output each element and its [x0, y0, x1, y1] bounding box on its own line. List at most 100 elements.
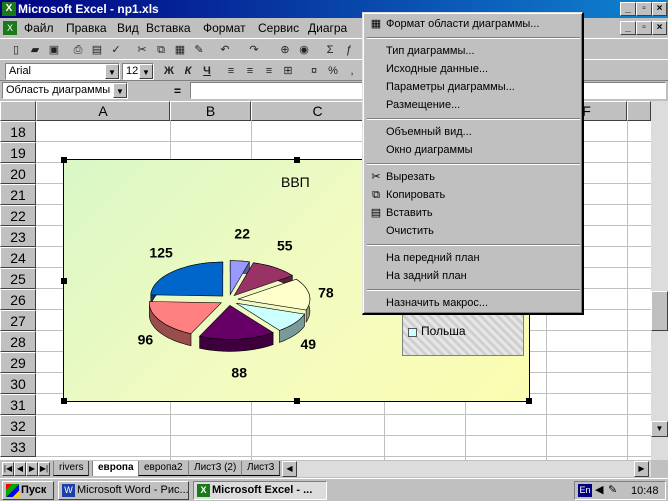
menu-tools[interactable]: Сервис [258, 21, 299, 35]
resize-handle-sw[interactable] [61, 398, 67, 404]
menu-view[interactable]: Вид [117, 21, 139, 35]
hyperlink-icon[interactable]: ⊕ [277, 42, 293, 58]
context-menu-item[interactable]: Очистить [366, 222, 580, 240]
doc-close-button[interactable]: × [652, 21, 667, 35]
cut-icon[interactable]: ✂ [134, 42, 150, 58]
clock[interactable]: 10:48 [631, 485, 659, 497]
row-header[interactable]: 27 [0, 310, 36, 331]
resize-handle-n[interactable] [294, 157, 300, 163]
context-menu-item[interactable]: ✂ Вырезать [366, 168, 580, 186]
currency-icon[interactable]: ¤ [306, 63, 322, 79]
context-menu-item[interactable]: Окно диаграммы [366, 141, 580, 159]
row-header[interactable]: 19 [0, 142, 36, 163]
underline-button[interactable]: Ч [199, 63, 215, 79]
row-header[interactable]: 22 [0, 205, 36, 226]
align-center-icon[interactable]: ≡ [242, 63, 258, 79]
chevron-down-icon[interactable]: ▼ [113, 83, 127, 98]
menu-insert[interactable]: Вставка [146, 21, 191, 35]
context-menu-item[interactable]: ⧉ Копировать [366, 186, 580, 204]
web-toolbar-icon[interactable]: ◉ [296, 42, 312, 58]
sheet-tab-list3-2[interactable]: Лист3 (2) [188, 461, 243, 476]
chevron-down-icon[interactable]: ▼ [105, 64, 119, 79]
pie-slice[interactable] [150, 261, 224, 297]
resize-handle-nw[interactable] [61, 157, 67, 163]
vertical-scroll-thumb[interactable] [651, 291, 668, 331]
pie-data-label[interactable]: 49 [301, 336, 317, 352]
menu-format[interactable]: Формат [203, 21, 246, 35]
pie-data-label[interactable]: 78 [318, 285, 334, 301]
print-icon[interactable]: ⎙ [70, 42, 86, 58]
row-header[interactable]: 18 [0, 121, 36, 142]
next-sheet-icon[interactable]: ▶ [26, 462, 38, 476]
select-all-corner[interactable] [0, 101, 36, 121]
row-header[interactable]: 33 [0, 436, 36, 457]
row-header[interactable]: 30 [0, 373, 36, 394]
row-header[interactable]: 24 [0, 247, 36, 268]
spelling-icon[interactable]: ✓ [108, 42, 124, 58]
copy-icon[interactable]: ⧉ [153, 42, 169, 58]
language-indicator[interactable]: En [578, 484, 592, 497]
row-header[interactable]: 21 [0, 184, 36, 205]
minimize-button[interactable]: _ [620, 2, 636, 16]
pie-data-label[interactable]: 22 [234, 226, 250, 242]
comma-style-icon[interactable]: , [344, 63, 360, 79]
undo-icon[interactable]: ↶ [217, 42, 233, 58]
start-button[interactable]: Пуск [2, 481, 54, 500]
align-right-icon[interactable]: ≡ [261, 63, 277, 79]
context-menu-item[interactable]: Назначить макрос... [366, 294, 580, 312]
row-header[interactable]: 32 [0, 415, 36, 436]
doc-restore-button[interactable]: ▫ [636, 21, 652, 35]
excel-app-icon[interactable]: X [2, 2, 16, 16]
resize-handle-s[interactable] [294, 398, 300, 404]
align-left-icon[interactable]: ≡ [223, 63, 239, 79]
menu-file[interactable]: Файл [24, 21, 54, 35]
menu-chart[interactable]: Диагра [308, 21, 347, 35]
volume-icon[interactable]: ◀ [595, 483, 603, 496]
taskbar-word-button[interactable]: W Microsoft Word - Рис... [58, 481, 189, 500]
percent-icon[interactable]: % [325, 63, 341, 79]
context-menu-item[interactable]: Исходные данные... [366, 60, 580, 78]
taskbar-excel-button[interactable]: X Microsoft Excel - ... [193, 481, 327, 500]
row-header[interactable]: 23 [0, 226, 36, 247]
redo-icon[interactable]: ↷ [246, 42, 262, 58]
chevron-down-icon[interactable]: ▼ [139, 64, 153, 79]
vertical-scrollbar[interactable]: ▼ [651, 101, 668, 460]
context-menu-item[interactable]: Объемный вид... [366, 123, 580, 141]
font-name-combo[interactable]: Arial ▼ [5, 63, 120, 80]
sheet-tab-europe[interactable]: европа [92, 461, 140, 476]
tray-app-icon[interactable]: ✎ [608, 483, 617, 496]
autosum-icon[interactable]: Σ [322, 42, 338, 58]
pie-data-label[interactable]: 88 [231, 365, 247, 381]
context-menu-item[interactable]: Тип диаграммы... [366, 42, 580, 60]
row-header[interactable]: 25 [0, 268, 36, 289]
horizontal-scrollbar[interactable]: ◀ ▶ [282, 461, 651, 477]
merge-center-icon[interactable]: ⊞ [280, 63, 296, 79]
close-button[interactable]: × [652, 2, 667, 16]
context-menu-item[interactable]: Параметры диаграммы... [366, 78, 580, 96]
new-icon[interactable]: ▯ [8, 42, 24, 58]
scroll-left-icon[interactable]: ◀ [282, 461, 297, 477]
italic-button[interactable]: К [180, 63, 196, 79]
function-icon[interactable]: ƒ [341, 42, 357, 58]
pie-data-label[interactable]: 96 [138, 332, 154, 348]
scroll-right-icon[interactable]: ▶ [634, 461, 649, 477]
format-painter-icon[interactable]: ✎ [191, 42, 207, 58]
doc-minimize-button[interactable]: _ [620, 21, 636, 35]
row-header[interactable]: 28 [0, 331, 36, 352]
scroll-down-icon[interactable]: ▼ [651, 421, 668, 437]
column-header-g[interactable] [627, 101, 651, 121]
context-menu-item[interactable]: На передний план [366, 249, 580, 267]
pie-data-label[interactable]: 55 [277, 238, 293, 254]
maximize-button[interactable]: ▫ [636, 2, 652, 16]
first-sheet-icon[interactable]: |◀ [2, 462, 14, 476]
resize-handle-se[interactable] [526, 398, 532, 404]
context-menu-item[interactable]: ▤ Вставить [366, 204, 580, 222]
font-size-combo[interactable]: 12 ▼ [122, 63, 154, 80]
context-menu-item[interactable]: Размещение... [366, 96, 580, 114]
save-icon[interactable]: ▣ [46, 42, 62, 58]
sheet-tab-list3[interactable]: Лист3 [241, 461, 281, 476]
bold-button[interactable]: Ж [161, 63, 177, 79]
pie-data-label[interactable]: 125 [149, 245, 173, 261]
sheet-tab-rivers[interactable]: rivers [53, 461, 90, 476]
column-header-b[interactable]: B [170, 101, 251, 121]
